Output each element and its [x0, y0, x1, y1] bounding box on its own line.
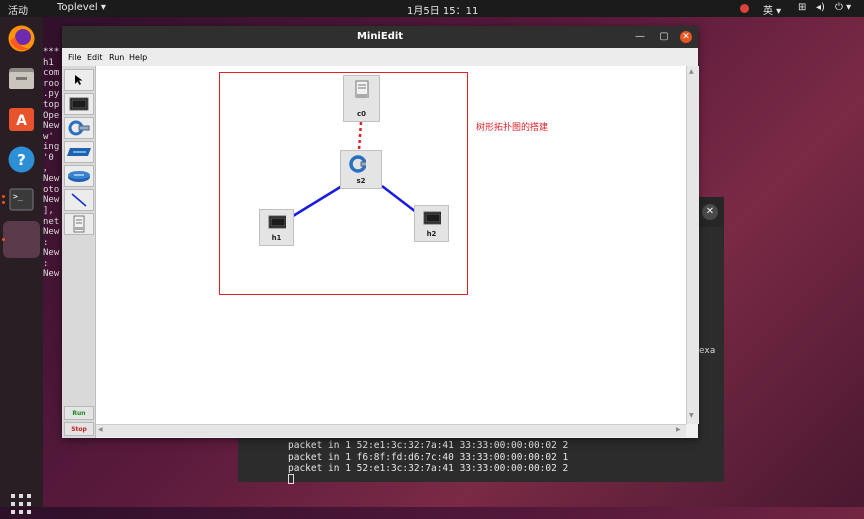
switch-node[interactable]: s2: [340, 150, 382, 189]
node-label: s2: [356, 177, 366, 185]
controller-node[interactable]: c0: [343, 75, 380, 122]
annotation-text: 树形拓扑图的搭建: [476, 123, 549, 133]
node-label: h1: [271, 234, 282, 242]
host-h1-node[interactable]: h1: [259, 209, 294, 246]
node-label: h2: [426, 230, 437, 238]
node-label: c0: [356, 110, 367, 118]
host-h2-node[interactable]: h2: [414, 205, 449, 242]
